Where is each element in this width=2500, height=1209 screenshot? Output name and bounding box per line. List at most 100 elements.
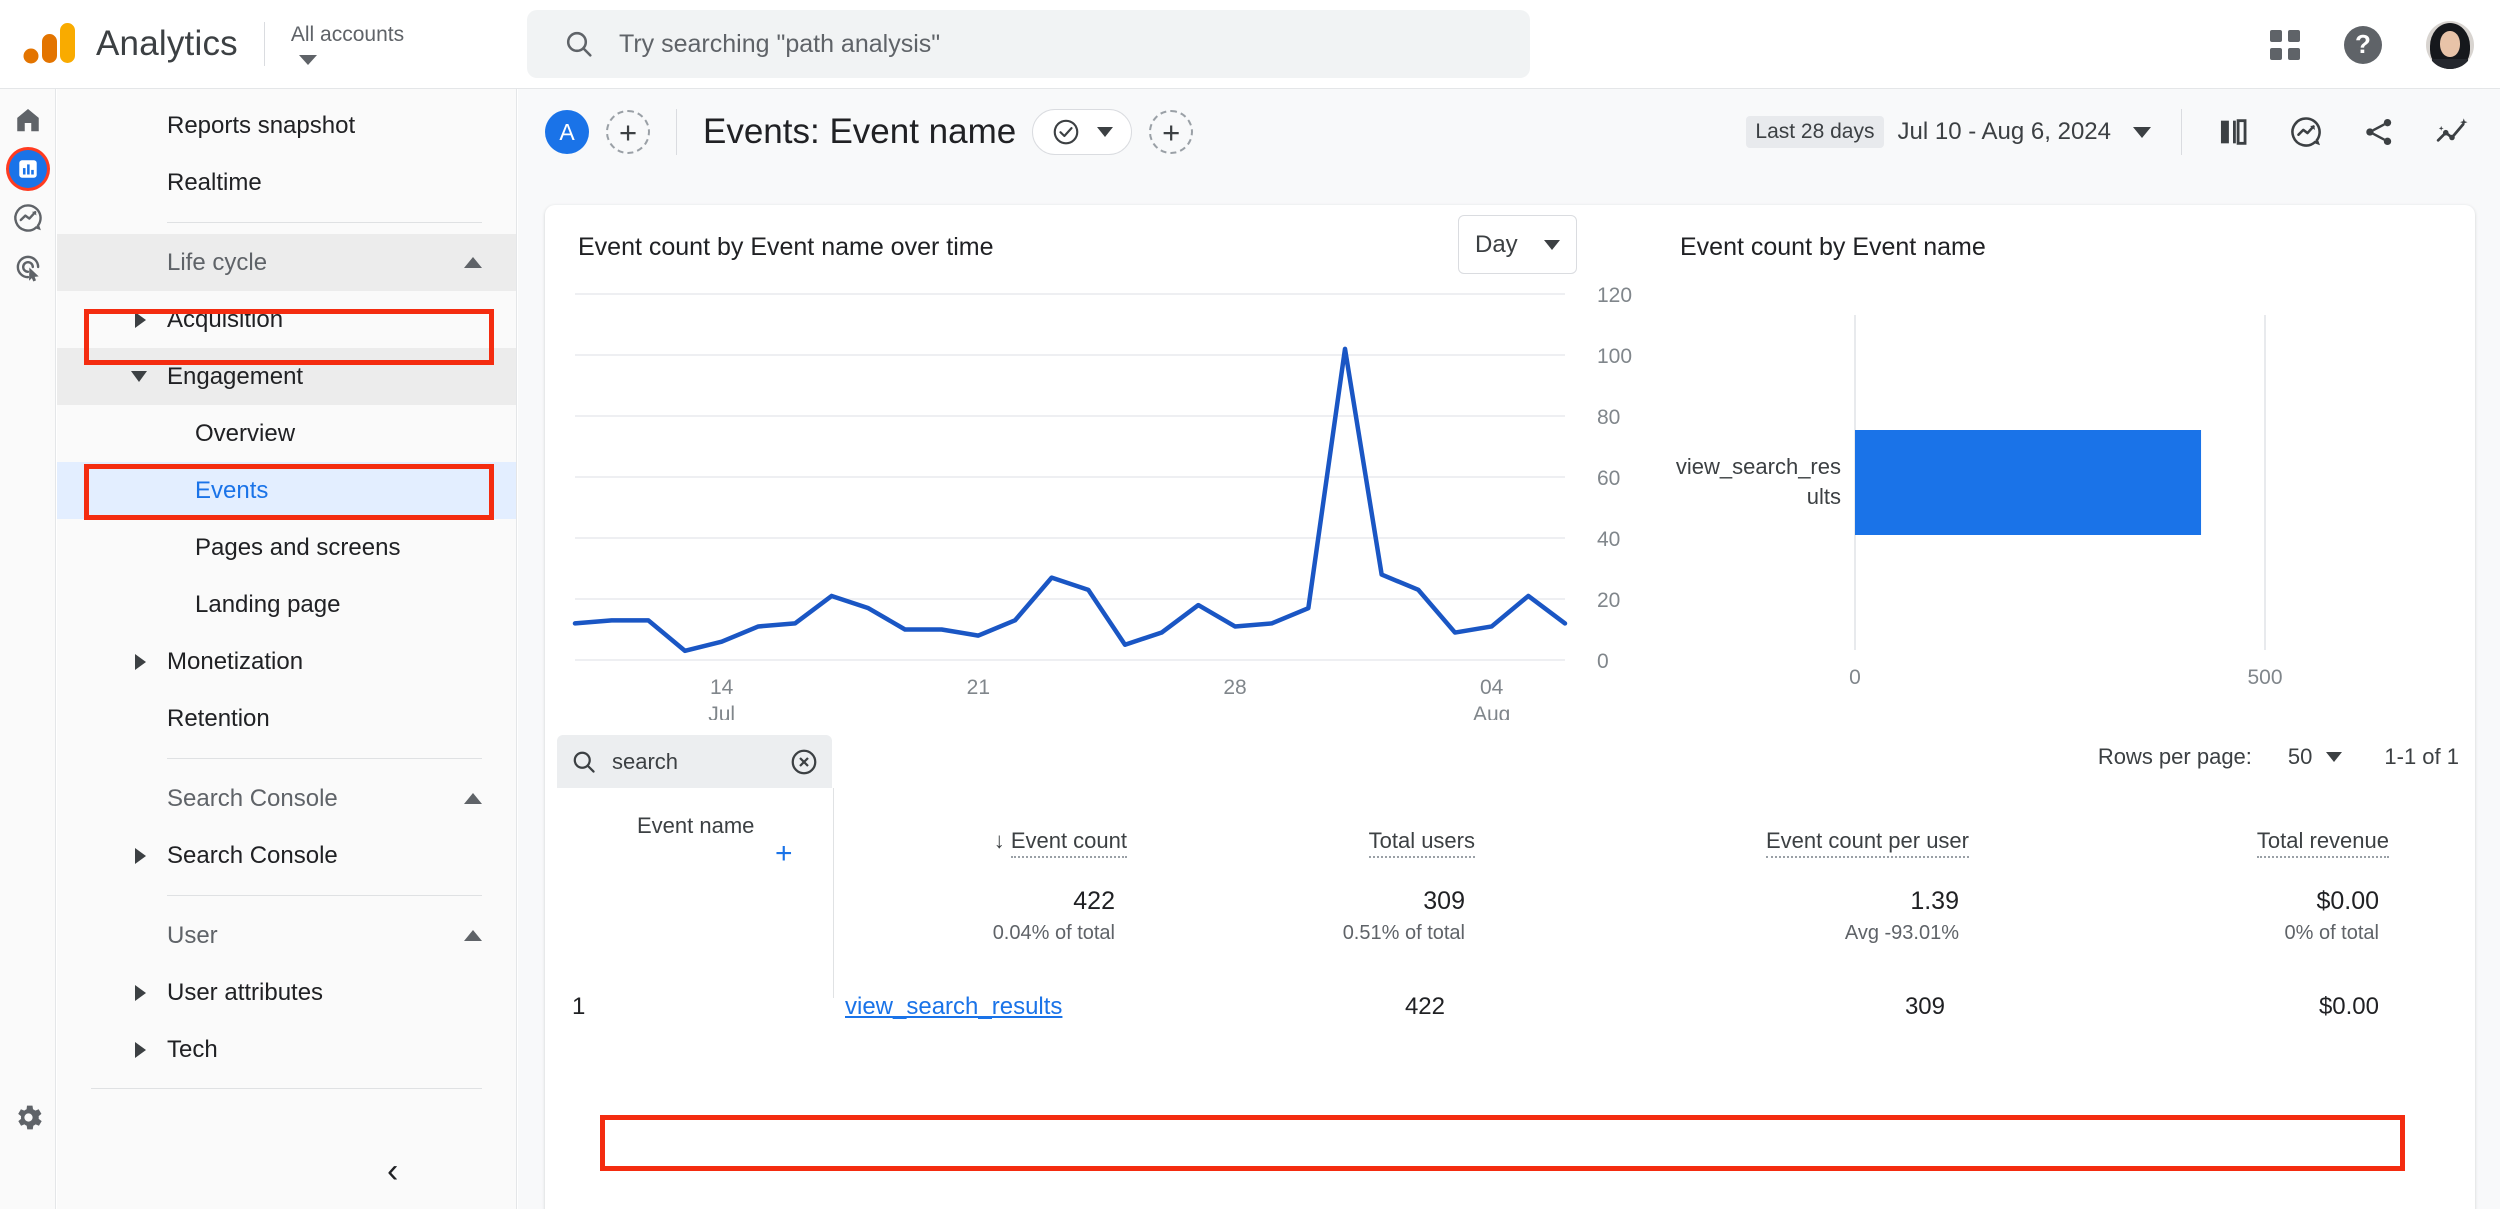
apps-grid-icon[interactable]	[2270, 30, 2300, 60]
chevron-right-icon	[135, 985, 146, 1001]
totals-sub-total-revenue: 0% of total	[2055, 916, 2475, 945]
explore-icon[interactable]	[8, 198, 48, 238]
sidebar-collapse-button[interactable]: ‹	[387, 1152, 398, 1191]
svg-text:ults: ults	[1807, 484, 1841, 509]
add-dimension-button[interactable]: +	[775, 837, 793, 870]
table-header-dimension[interactable]: Event name +	[545, 795, 845, 887]
pagination-range: 1-1 of 1	[2384, 744, 2459, 770]
totals-sub-total-users: 0.51% of total	[1245, 916, 1575, 945]
product-name: Analytics	[96, 24, 238, 64]
chevron-right-icon	[135, 1042, 146, 1058]
sidebar-item-engagement[interactable]: Engagement	[57, 348, 516, 405]
sidebar-item-user-attributes[interactable]: User attributes	[57, 964, 516, 1021]
chevron-up-icon	[464, 793, 482, 804]
page-title: Events: Event name	[703, 112, 1016, 152]
settings-gear-icon[interactable]	[8, 1097, 48, 1137]
sidebar-item-events[interactable]: Events	[57, 462, 516, 519]
svg-text:Jul: Jul	[708, 703, 735, 720]
table-search[interactable]	[557, 735, 832, 788]
totals-sub-event-count: 0.04% of total	[845, 916, 1245, 945]
sidebar-item-label: Pages and screens	[195, 534, 400, 562]
table-header-total-users[interactable]: Total users	[1245, 795, 1575, 887]
chevron-right-icon	[135, 654, 146, 670]
global-search-placeholder: Try searching "path analysis"	[619, 30, 940, 59]
table-row[interactable]: 1 view_search_results 422 309 $0.00	[545, 975, 2475, 1039]
events-table: Event name + ↓ Event count Total users E…	[545, 795, 2475, 1039]
user-avatar[interactable]	[2426, 21, 2474, 69]
search-icon	[570, 748, 598, 776]
pagination-controls: Rows per page: 50 1-1 of 1	[2098, 744, 2459, 770]
dimension-header-label: Event name	[637, 813, 754, 838]
sidebar-item-overview[interactable]: Overview	[57, 405, 516, 462]
chevron-down-icon	[299, 55, 317, 65]
svg-text:100: 100	[1597, 345, 1632, 368]
home-icon[interactable]	[8, 100, 48, 140]
chevron-down-icon[interactable]	[2133, 127, 2151, 138]
explore-trend-icon[interactable]	[2434, 115, 2470, 149]
metric-header-label: Total revenue	[2257, 828, 2389, 858]
granularity-selector[interactable]: Day	[1458, 215, 1577, 274]
top-bar: Analytics All accounts Try searching "pa…	[0, 0, 2500, 89]
table-totals-row: 422 309 1.39 $0.00	[545, 887, 2475, 916]
totals-sub-dimension-cell	[545, 916, 845, 945]
global-search[interactable]: Try searching "path analysis"	[527, 10, 1530, 78]
line-chart-title: Event count by Event name over time	[578, 233, 1478, 262]
date-range-value[interactable]: Jul 10 - Aug 6, 2024	[1898, 118, 2112, 146]
sidebar-item-acquisition[interactable]: Acquisition	[57, 291, 516, 348]
add-comparison-button[interactable]: +	[606, 110, 650, 154]
svg-text:20: 20	[1597, 589, 1620, 612]
sidebar-item-label: Realtime	[167, 169, 262, 197]
svg-text:04: 04	[1480, 676, 1504, 699]
sidebar-item-label: Retention	[167, 705, 270, 733]
comparison-chip-a[interactable]: A	[545, 110, 589, 154]
sidebar-item-reports-snapshot[interactable]: Reports snapshot	[57, 97, 516, 154]
totals-dimension-cell	[545, 887, 845, 916]
sidebar-item-label: Reports snapshot	[167, 112, 355, 140]
sidebar-item-tech[interactable]: Tech	[57, 1021, 516, 1078]
sidebar-item-monetization[interactable]: Monetization	[57, 633, 516, 690]
compare-icon[interactable]	[2216, 115, 2250, 149]
add-report-button[interactable]: +	[1149, 110, 1193, 154]
row-index: 1	[545, 975, 845, 1039]
metric-header-label: Event count per user	[1766, 828, 1969, 858]
sidebar-item-pages-and-screens[interactable]: Pages and screens	[57, 519, 516, 576]
sidebar-section-label: User	[167, 922, 218, 950]
account-selector[interactable]: All accounts	[291, 23, 404, 64]
avatar-face	[2440, 31, 2460, 57]
advertising-icon[interactable]	[8, 247, 48, 287]
sidebar-item-search-console[interactable]: Search Console	[57, 827, 516, 884]
analytics-logo-icon	[22, 21, 78, 67]
table-search-input[interactable]	[612, 749, 777, 775]
sidebar-item-realtime[interactable]: Realtime	[57, 154, 516, 211]
svg-text:14: 14	[710, 676, 734, 699]
table-header-event-count-per-user[interactable]: Event count per user	[1575, 795, 2055, 887]
line-chart: 02040608010012014Jul212804Aug	[565, 280, 1655, 720]
svg-text:40: 40	[1597, 528, 1620, 551]
sidebar-item-label: Tech	[167, 1036, 218, 1064]
sidebar-item-landing-page[interactable]: Landing page	[57, 576, 516, 633]
sidebar-section-life-cycle[interactable]: Life cycle	[57, 234, 516, 291]
sidebar-bottom-divider	[91, 1088, 482, 1089]
clear-circle-icon[interactable]	[789, 747, 819, 777]
chevron-down-icon[interactable]	[2326, 752, 2342, 762]
rows-per-page-value[interactable]: 50	[2288, 744, 2312, 770]
row-dimension-link[interactable]: view_search_results	[845, 993, 1062, 1020]
insights-icon[interactable]	[2288, 114, 2324, 150]
chevron-up-icon	[464, 257, 482, 268]
totals-event-count: 422	[845, 887, 1245, 916]
report-identity-chip[interactable]	[1032, 109, 1132, 155]
reports-icon[interactable]	[8, 149, 48, 189]
chevron-down-icon	[1097, 127, 1113, 137]
sidebar-section-search-console[interactable]: Search Console	[57, 770, 516, 827]
sidebar-item-retention[interactable]: Retention	[57, 690, 516, 747]
row-event-count-per-user: $0.00	[2055, 975, 2475, 1039]
help-icon[interactable]: ?	[2344, 26, 2382, 64]
sidebar-section-user[interactable]: User	[57, 907, 516, 964]
share-icon[interactable]	[2362, 115, 2396, 149]
sidebar-item-label: Engagement	[167, 363, 303, 391]
chevron-right-icon	[135, 848, 146, 864]
table-header-total-revenue[interactable]: Total revenue	[2055, 795, 2475, 887]
sort-arrow-icon: ↓	[994, 828, 1005, 853]
table-header-event-count[interactable]: ↓ Event count	[845, 795, 1245, 887]
svg-text:120: 120	[1597, 284, 1632, 307]
